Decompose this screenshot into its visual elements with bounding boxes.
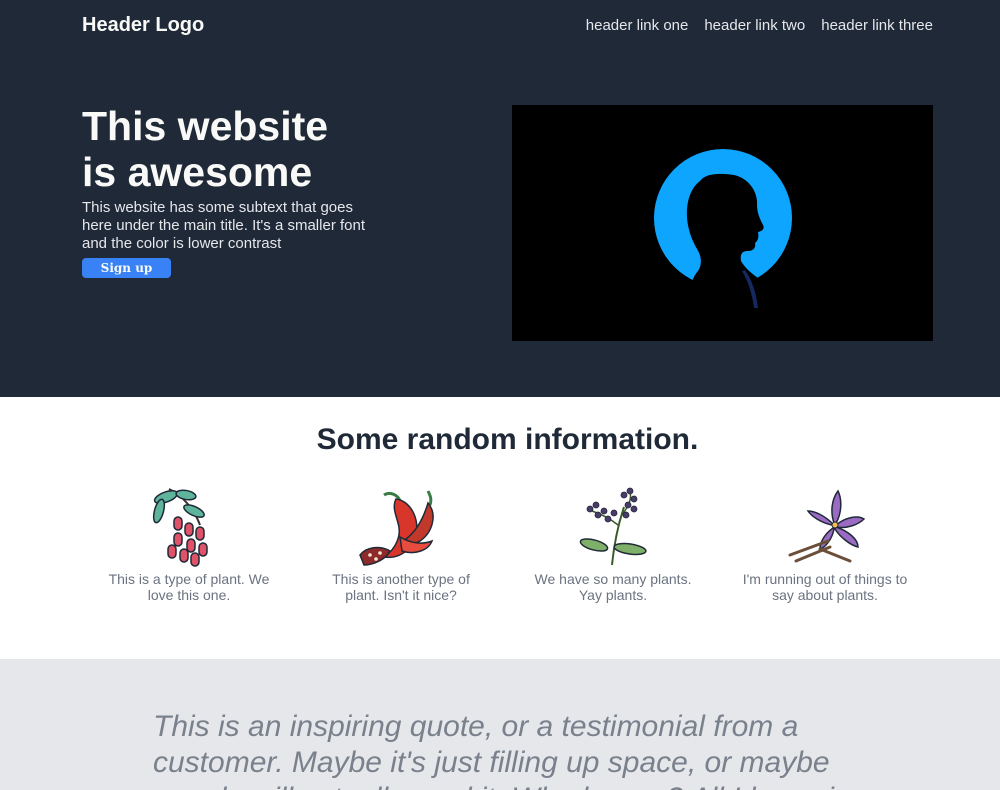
silhouette-profile-image [512, 105, 933, 341]
purple-flower-icon [788, 489, 866, 563]
info-item-2: This is another type of plant. Isn't it … [316, 485, 486, 603]
hero-text-block: This website is awesome This website has… [82, 103, 372, 278]
info-caption-3: We have so many plants. Yay plants. [534, 571, 692, 603]
hero-subtext: This website has some subtext that goes … [82, 199, 366, 252]
hero-title-line-2: is awesome [82, 149, 313, 195]
header-link-one[interactable]: header link one [586, 17, 689, 34]
info-item-4: I'm running out of things to say about p… [740, 485, 910, 603]
info-title: Some random information. [316, 423, 699, 456]
header-logo[interactable]: Header Logo [82, 14, 204, 37]
hero-image [512, 105, 933, 341]
hero-section: Header Logo header link one header link … [0, 0, 1000, 397]
elderberry-sprig-icon [579, 487, 647, 566]
header-nav: header link one header link two header l… [586, 17, 933, 34]
info-section: Some random information. This is a type … [0, 397, 1000, 659]
hero-title-line-1: This website [82, 103, 329, 149]
info-item-1: This is a type of plant. We love this on… [104, 485, 274, 603]
info-caption-4: I'm running out of things to say about p… [742, 571, 908, 603]
signup-button[interactable]: Sign up [82, 258, 171, 278]
info-caption-1: This is a type of plant. We love this on… [108, 571, 270, 603]
berry-branch-icon [152, 488, 208, 567]
quote-text: This is an inspiring quote, or a testimo… [153, 710, 849, 790]
info-item-3: We have so many plants. Yay plants. [528, 485, 698, 603]
chili-pepper-icon [359, 490, 434, 566]
hero-title: This website is awesome [82, 103, 372, 195]
info-caption-2: This is another type of plant. Isn't it … [332, 571, 470, 603]
header-link-two[interactable]: header link two [704, 17, 805, 34]
quote-section: This is an inspiring quote, or a testimo… [0, 659, 1000, 790]
header-link-three[interactable]: header link three [821, 17, 933, 34]
